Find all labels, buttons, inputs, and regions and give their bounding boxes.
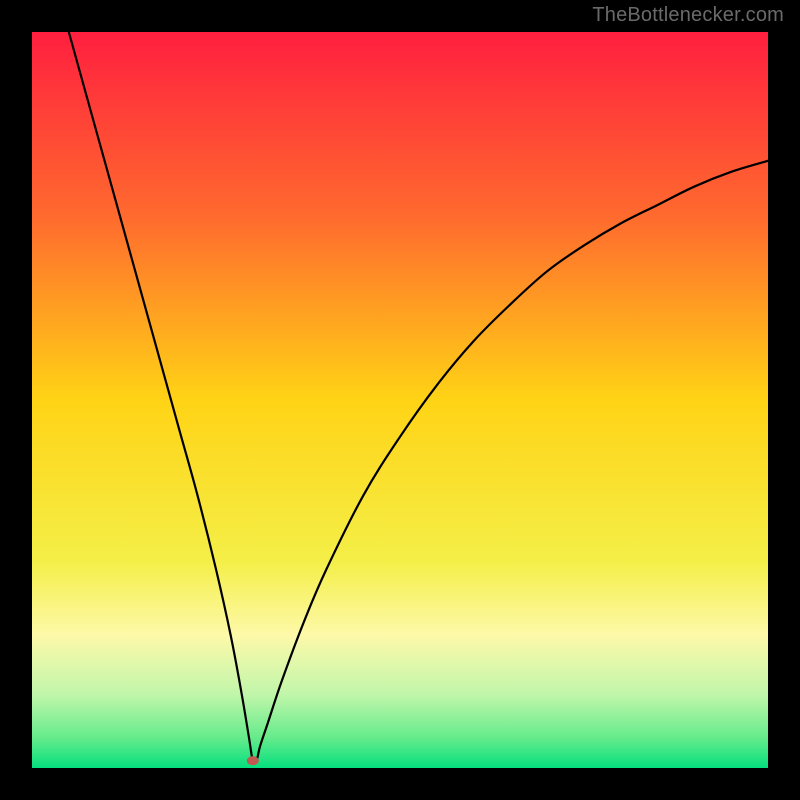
watermark-text: TheBottlenecker.com [592, 4, 784, 27]
marker-dot [247, 756, 259, 765]
plot-area [32, 32, 768, 768]
chart-svg [32, 32, 768, 768]
chart-container: TheBottlenecker.com [0, 0, 800, 800]
gradient-background [32, 32, 768, 768]
